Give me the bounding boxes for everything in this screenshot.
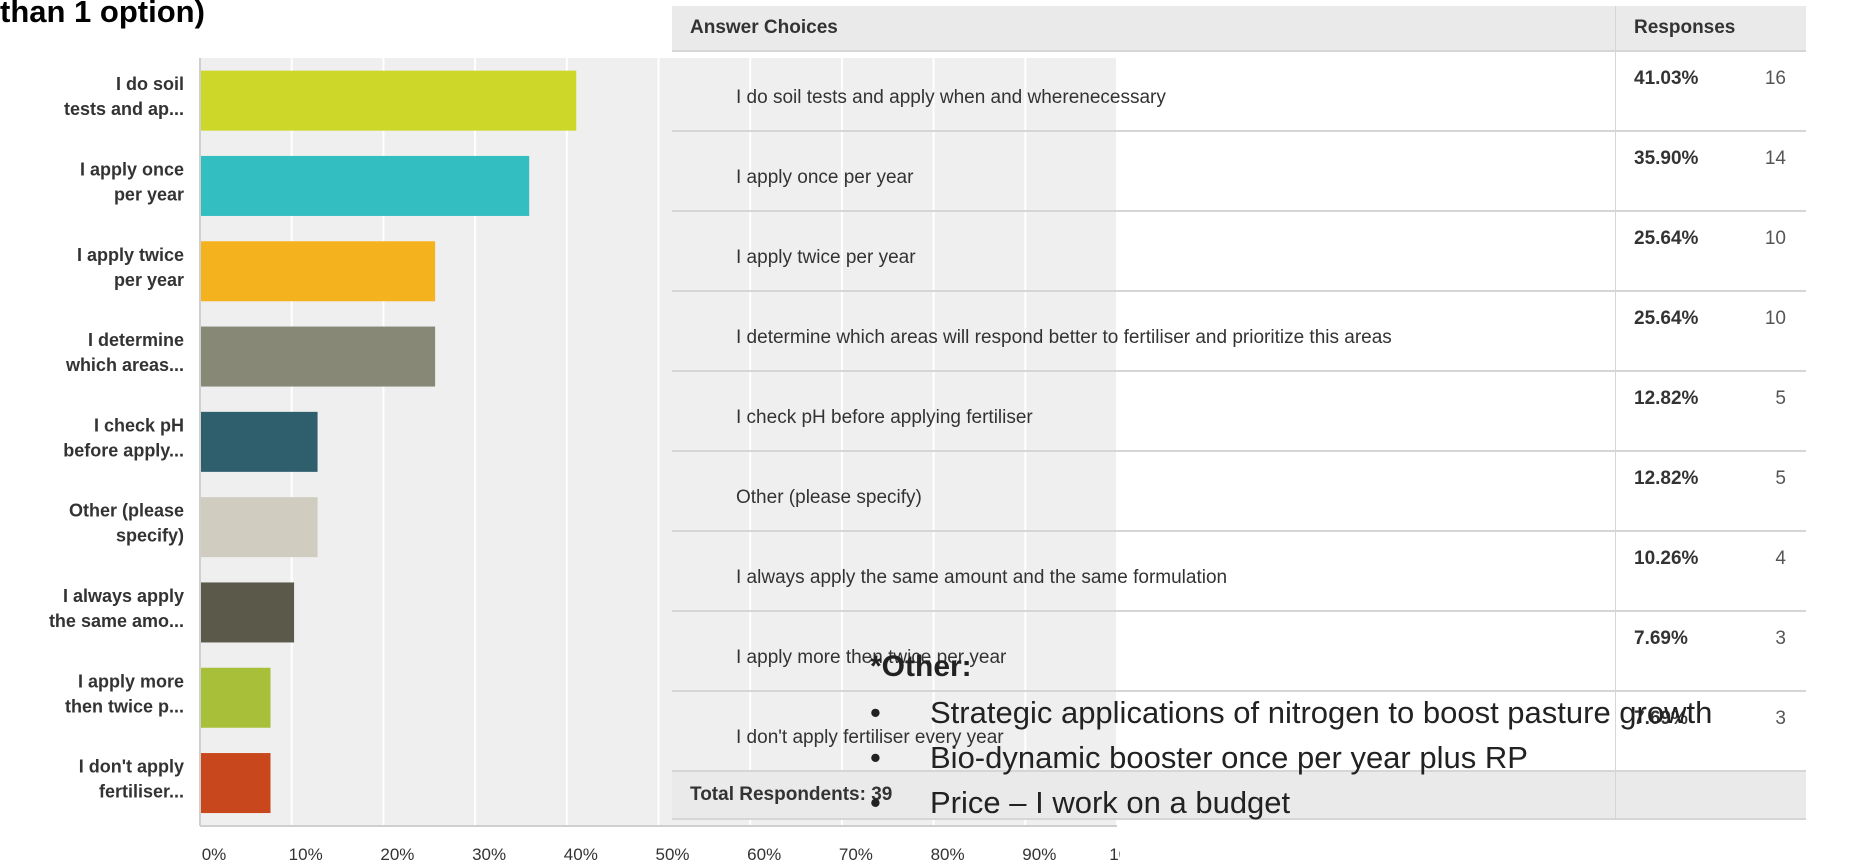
x-tick-label: 30% xyxy=(472,845,506,864)
x-tick-label: 40% xyxy=(564,845,598,864)
category-labels: I do soil tests and ap... I apply once per … xyxy=(49,74,184,801)
bar xyxy=(200,582,295,643)
bar xyxy=(200,667,271,728)
category-label: tests and ap... xyxy=(64,99,184,119)
response-count: 16 xyxy=(1745,51,1806,132)
category-label: I determine xyxy=(88,330,184,350)
category-label: fertiliser... xyxy=(99,782,184,802)
x-tick-label: 10% xyxy=(289,845,323,864)
other-item-text: Bio-dynamic booster once per year plus R… xyxy=(930,740,1528,775)
category-label: the same amo... xyxy=(49,611,184,631)
response-percent: 25.64% xyxy=(1615,291,1745,372)
answer-choices-header: Answer Choices xyxy=(672,6,1616,52)
x-tick-label: 70% xyxy=(839,845,873,864)
category-label: before apply... xyxy=(63,440,184,460)
response-count: 10 xyxy=(1745,291,1806,372)
x-tick-label: 60% xyxy=(747,845,781,864)
category-label: per year xyxy=(114,184,184,204)
other-item-text: Price – I work on a budget xyxy=(930,785,1291,820)
response-percent: 12.82% xyxy=(1615,371,1745,452)
answer-choice: Other (please specify) xyxy=(672,451,1616,532)
category-label: I do soil xyxy=(116,74,184,94)
category-label: then twice p... xyxy=(65,696,184,716)
bar xyxy=(200,326,436,387)
answer-choice: I check pH before applying fertiliser xyxy=(672,371,1616,452)
response-count: 3 xyxy=(1745,691,1806,772)
answer-choice: I apply once per year xyxy=(672,131,1616,212)
answer-choice: I always apply the same amount and the s… xyxy=(672,531,1616,612)
category-label: which areas... xyxy=(65,355,184,375)
response-percent: 12.82% xyxy=(1615,451,1745,532)
bullet-icon: • xyxy=(870,785,881,820)
category-label: I apply twice xyxy=(77,245,184,265)
response-count: 5 xyxy=(1745,451,1806,532)
other-item-text: Strategic applications of nitrogen to bo… xyxy=(930,695,1713,730)
category-label: I don't apply xyxy=(79,757,184,777)
response-percent: 41.03% xyxy=(1615,51,1745,132)
table-header-row: Answer Choices Responses xyxy=(672,6,1806,52)
response-percent: 25.64% xyxy=(1615,211,1745,292)
bar xyxy=(200,155,530,216)
answer-choice: I determine which areas will respond bet… xyxy=(672,291,1616,372)
bullet-icon: • xyxy=(870,695,881,730)
category-label: per year xyxy=(114,270,184,290)
response-count: 4 xyxy=(1745,531,1806,612)
bar xyxy=(200,497,318,558)
response-percent: 10.26% xyxy=(1615,531,1745,612)
bar xyxy=(200,753,271,814)
response-count: 5 xyxy=(1745,371,1806,452)
category-label: I check pH xyxy=(94,415,184,435)
response-count: 14 xyxy=(1745,131,1806,212)
other-item: • Price – I work on a budget xyxy=(870,780,1712,825)
x-tick-label: 100% xyxy=(1109,845,1120,864)
category-label: I always apply xyxy=(63,586,184,606)
other-list: • Strategic applications of nitrogen to b… xyxy=(870,690,1712,825)
x-tick-label: 90% xyxy=(1022,845,1056,864)
bar xyxy=(200,70,577,131)
table-row: I always apply the same amount and the s… xyxy=(672,531,1806,612)
table-row: I determine which areas will respond bet… xyxy=(672,291,1806,372)
other-title: *Other: xyxy=(870,650,972,683)
x-tick-labels: 0% 10% 20% 30% 40% 50% 60% 70% 80% 90% 100% xyxy=(202,845,1120,864)
bar xyxy=(200,241,436,302)
other-item: • Strategic applications of nitrogen to b… xyxy=(870,690,1712,735)
table-row: I apply once per year 35.90% 14 xyxy=(672,131,1806,212)
bar xyxy=(200,411,318,472)
response-count: 3 xyxy=(1745,611,1806,692)
other-responses-box: *Other: • Strategic applications of nitro… xyxy=(870,650,1712,825)
answer-choice: I apply twice per year xyxy=(672,211,1616,292)
responses-header: Responses xyxy=(1615,6,1806,52)
category-label: specify) xyxy=(116,526,184,546)
table-row: I check pH before applying fertiliser 12.… xyxy=(672,371,1806,452)
x-tick-label: 20% xyxy=(380,845,414,864)
table-row: Other (please specify) 12.82% 5 xyxy=(672,451,1806,532)
category-label: I apply more xyxy=(78,671,184,691)
table-row: I apply twice per year 25.64% 10 xyxy=(672,211,1806,292)
category-label: I apply once xyxy=(80,159,184,179)
x-tick-label: 80% xyxy=(931,845,965,864)
table-row: I do soil tests and apply when and where… xyxy=(672,51,1806,132)
answer-choice: I do soil tests and apply when and where… xyxy=(672,51,1616,132)
x-tick-label: 50% xyxy=(655,845,689,864)
bullet-icon: • xyxy=(870,740,881,775)
response-percent: 35.90% xyxy=(1615,131,1745,212)
category-label: Other (please xyxy=(69,501,184,521)
x-tick-label: 0% xyxy=(202,845,227,864)
other-item: • Bio-dynamic booster once per year plus … xyxy=(870,735,1712,780)
response-count: 10 xyxy=(1745,211,1806,292)
